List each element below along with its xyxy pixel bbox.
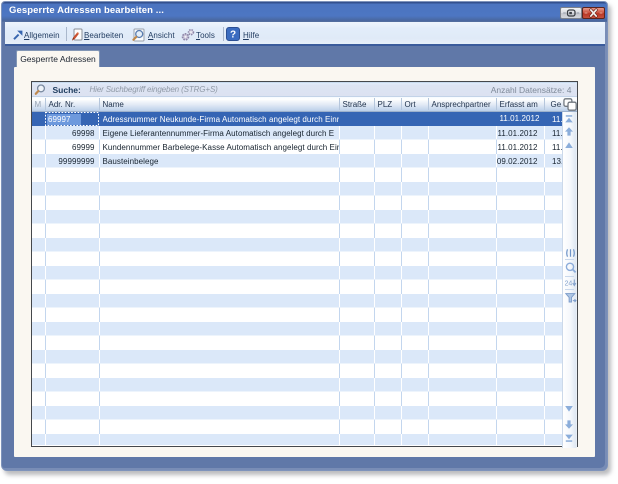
svg-text:?: ? bbox=[230, 30, 236, 41]
svg-text:24: 24 bbox=[565, 281, 572, 288]
